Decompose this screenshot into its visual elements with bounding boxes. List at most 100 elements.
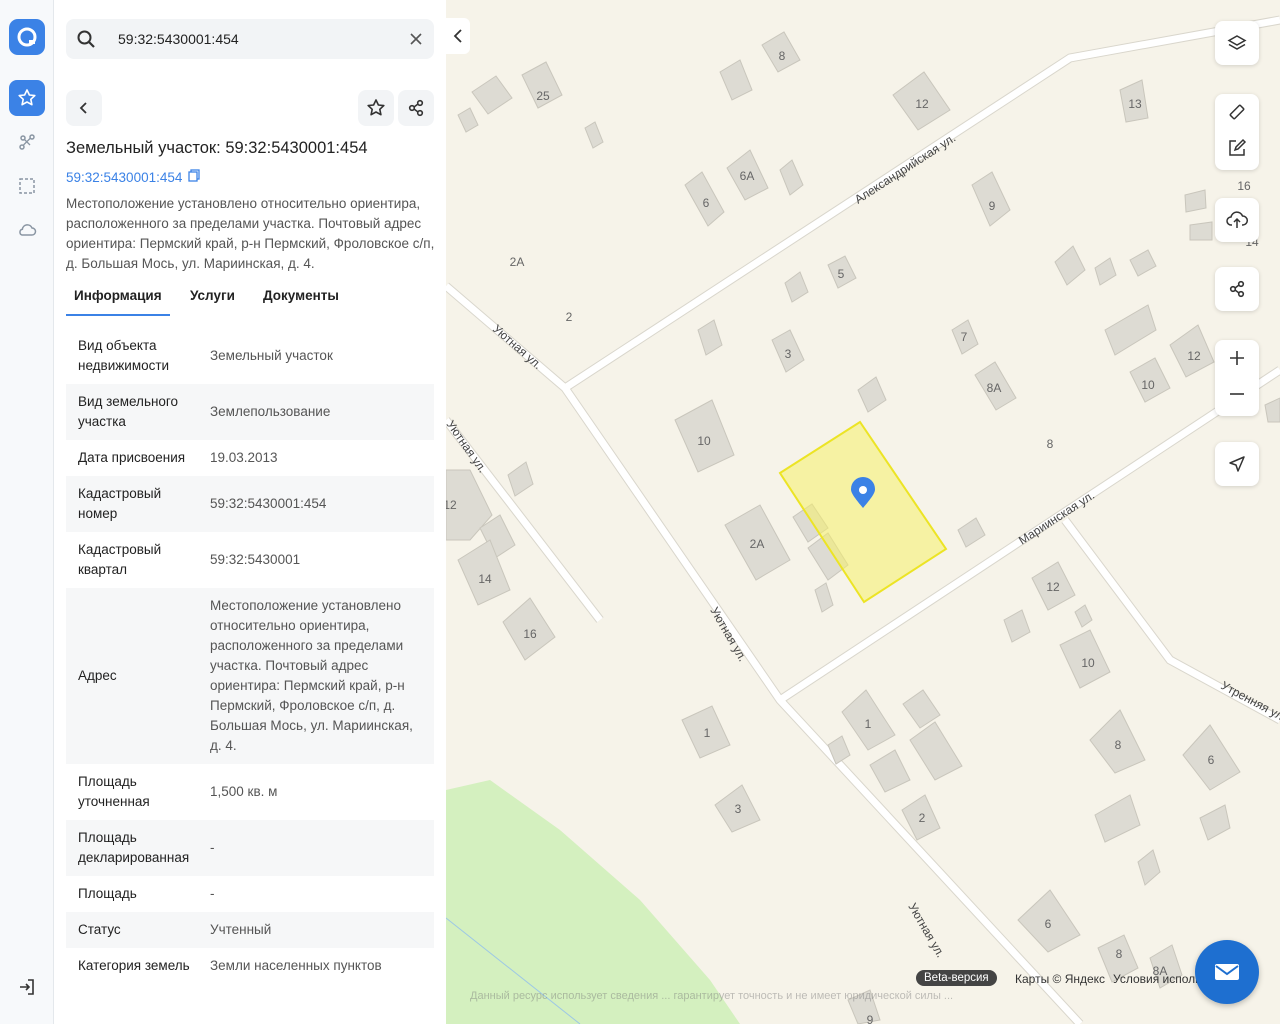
tab-info[interactable]: Информация xyxy=(74,288,162,303)
route-icon[interactable] xyxy=(9,124,45,160)
feedback-mail-button[interactable] xyxy=(1195,940,1259,1004)
row-key: Статус xyxy=(78,922,121,937)
copy-icon[interactable] xyxy=(188,169,201,185)
table-row: Дата присвоения 19.03.2013 xyxy=(66,440,434,476)
row-value: - xyxy=(210,840,215,855)
row-value: - xyxy=(210,886,215,901)
zoom-out-icon[interactable] xyxy=(1215,376,1259,412)
icon-rail xyxy=(0,0,54,1024)
active-tab-indicator xyxy=(66,314,170,316)
area-select-icon[interactable] xyxy=(9,168,45,204)
row-value: Землепользование xyxy=(210,404,331,419)
share-icon[interactable] xyxy=(1215,267,1259,311)
house-number: 8 xyxy=(1116,947,1123,961)
search-bar[interactable]: 59:32:5430001:454 xyxy=(66,19,434,59)
house-number: 9 xyxy=(867,1013,874,1024)
ruler-icon[interactable] xyxy=(1215,94,1259,130)
house-number: 1 xyxy=(865,717,872,731)
house-number: 2А xyxy=(510,255,525,269)
share-button[interactable] xyxy=(398,90,434,126)
cloud-upload-icon[interactable] xyxy=(1215,198,1259,242)
street-label: Уютная ул. xyxy=(446,418,490,476)
navigation-arrow-icon[interactable] xyxy=(1215,442,1259,486)
street-label: Мариинская ул. xyxy=(1016,488,1097,547)
favorite-button[interactable] xyxy=(358,90,394,126)
search-input[interactable]: 59:32:5430001:454 xyxy=(118,31,239,47)
collapse-panel-button[interactable] xyxy=(446,18,470,54)
house-number: 7 xyxy=(961,330,968,344)
row-key: Вид земельного участка xyxy=(78,394,179,429)
table-row: Площадь декларированная - xyxy=(66,820,434,876)
house-number: 8А xyxy=(987,381,1002,395)
row-key: Адрес xyxy=(78,668,117,683)
mail-icon xyxy=(1215,964,1239,980)
tools-group xyxy=(1215,94,1259,170)
beta-badge: Beta-версия xyxy=(916,970,997,986)
geolocate-button[interactable] xyxy=(1215,442,1259,486)
table-row: Кадастровый квартал 59:32:5430001 xyxy=(66,532,434,588)
map-view[interactable]: Александрийская ул. Уютная ул. Мариинска… xyxy=(446,0,1280,1024)
back-button[interactable] xyxy=(66,90,102,126)
tab-documents[interactable]: Документы xyxy=(263,288,339,303)
table-row: Статус Учтенный xyxy=(66,912,434,948)
upload-button[interactable] xyxy=(1215,198,1259,242)
tab-bar: Информация Услуги Документы xyxy=(66,285,434,317)
table-row: Площадь - xyxy=(66,876,434,912)
house-number: 10 xyxy=(1081,656,1095,670)
map-share-button[interactable] xyxy=(1215,267,1259,311)
table-row: Адрес Местоположение установлено относите… xyxy=(66,588,434,764)
cadastral-link[interactable]: 59:32:5430001:454 xyxy=(66,169,201,185)
favorites-icon[interactable] xyxy=(9,80,45,116)
row-key: Кадастровый квартал xyxy=(78,542,162,577)
house-number: 10 xyxy=(697,434,711,448)
table-row: Вид земельного участка Землепользование xyxy=(66,384,434,440)
info-table: Вид объекта недвижимости Земельный участо… xyxy=(66,328,434,984)
house-number: 12 xyxy=(1046,580,1060,594)
house-number: 9 xyxy=(989,199,996,213)
house-number: 8 xyxy=(779,49,786,63)
layers-icon[interactable] xyxy=(1215,21,1259,65)
edit-icon[interactable] xyxy=(1215,130,1259,166)
table-row: Вид объекта недвижимости Земельный участо… xyxy=(66,328,434,384)
house-number: 2 xyxy=(919,811,926,825)
row-key: Площадь декларированная xyxy=(78,830,190,865)
table-row: Кадастровый номер 59:32:5430001:454 xyxy=(66,476,434,532)
row-value: Местоположение установлено относительно … xyxy=(210,598,413,753)
row-value: Учтенный xyxy=(210,922,272,937)
house-number: 1 xyxy=(704,726,711,740)
tab-services[interactable]: Услуги xyxy=(190,288,235,303)
cadastral-link-text[interactable]: 59:32:5430001:454 xyxy=(66,170,182,185)
house-number: 2А xyxy=(750,537,765,551)
house-number: 12 xyxy=(915,97,929,111)
row-key: Вид объекта недвижимости xyxy=(78,338,170,373)
row-value: 59:32:5430001:454 xyxy=(210,496,327,511)
logout-icon[interactable] xyxy=(15,975,39,999)
house-number: 12 xyxy=(446,498,457,512)
house-number: 14 xyxy=(478,572,492,586)
clear-search-icon[interactable] xyxy=(406,29,426,49)
map-canvas[interactable]: Александрийская ул. Уютная ул. Мариинска… xyxy=(446,0,1280,1024)
house-number: 8 xyxy=(1115,738,1122,752)
map-attribution[interactable]: Карты © Яндекс xyxy=(1015,972,1105,986)
app-logo-icon[interactable] xyxy=(9,19,45,55)
house-number: 2 xyxy=(566,310,573,324)
selected-parcel xyxy=(778,420,948,604)
house-number: 25 xyxy=(536,89,550,103)
house-number: 8 xyxy=(1047,437,1054,451)
layers-button[interactable] xyxy=(1215,21,1259,65)
house-number: 3 xyxy=(735,802,742,816)
row-value: 19.03.2013 xyxy=(210,450,278,465)
row-key: Дата присвоения xyxy=(78,450,186,465)
house-number: 16 xyxy=(1237,179,1251,193)
street-label: Утренняя ул. xyxy=(1219,678,1280,724)
object-description: Местоположение установлено относительно … xyxy=(66,196,435,271)
street-label: Уютная ул. xyxy=(905,901,947,960)
row-key: Категория земель xyxy=(78,958,190,973)
street-label: Александрийская ул. xyxy=(852,131,958,207)
house-number: 5 xyxy=(838,267,845,281)
row-value: 1,500 кв. м xyxy=(210,784,278,799)
cloud-icon[interactable] xyxy=(9,212,45,248)
map-disclaimer: Данный ресурс использует сведения ... га… xyxy=(470,990,954,1002)
row-key: Кадастровый номер xyxy=(78,486,162,521)
zoom-in-icon[interactable] xyxy=(1215,340,1259,376)
